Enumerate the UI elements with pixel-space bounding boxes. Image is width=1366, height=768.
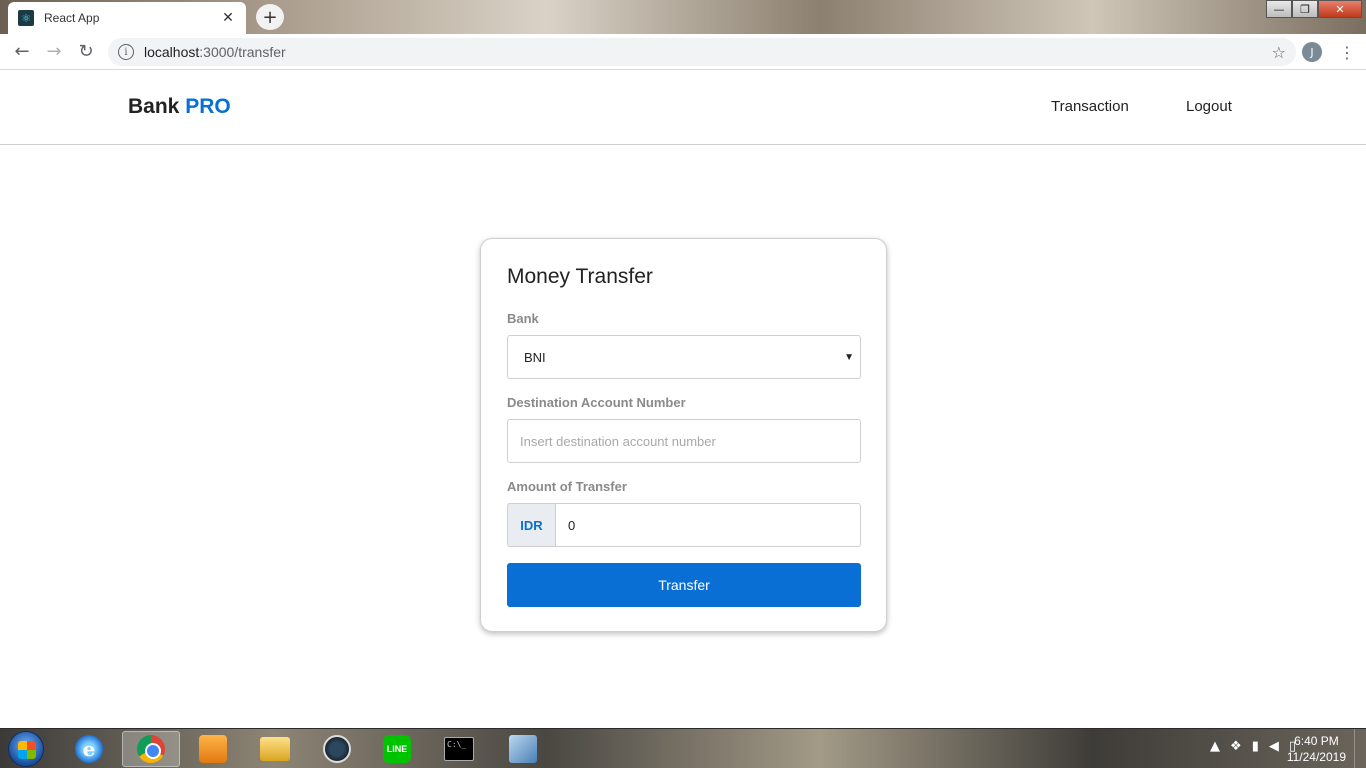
tab-close-icon[interactable]: ✕	[220, 10, 236, 26]
url-text: localhost:3000/transfer	[144, 44, 1272, 60]
maximize-button[interactable]: ❐	[1292, 0, 1318, 18]
currency-addon: IDR	[507, 503, 555, 547]
brand-main: Bank	[128, 95, 180, 118]
amount-input[interactable]	[555, 503, 861, 547]
clock-time: 6:40 PM	[1294, 734, 1339, 748]
close-window-button[interactable]: ✕	[1318, 0, 1362, 18]
bank-select[interactable]: BNI ▼	[507, 335, 861, 379]
amount-input-group: IDR	[507, 503, 861, 547]
start-button[interactable]	[8, 731, 44, 767]
taskbar-clock[interactable]: 6:40 PM 11/24/2019	[1287, 733, 1346, 765]
amount-label: Amount of Transfer	[507, 479, 627, 494]
brand-logo[interactable]: Bank PRO	[128, 95, 231, 119]
browser-tabstrip: ⚛ React App ✕ + — ❐ ✕	[0, 0, 1366, 34]
minimize-button[interactable]: —	[1266, 0, 1292, 18]
line-icon: LINE	[383, 735, 411, 763]
profile-avatar[interactable]: J	[1302, 42, 1322, 62]
windows-logo-icon	[18, 741, 36, 759]
reload-icon[interactable]: ↻	[70, 36, 102, 68]
destination-account-label: Destination Account Number	[507, 395, 686, 410]
browser-toolbar: ← → ↻ i localhost:3000/transfer ☆ J ⋮	[0, 34, 1366, 70]
caret-down-icon: ▼	[844, 351, 854, 363]
browser-tab[interactable]: ⚛ React App ✕	[8, 2, 246, 34]
transfer-button[interactable]: Transfer	[507, 563, 861, 607]
window-controls: — ❐ ✕	[1266, 0, 1362, 18]
back-arrow-icon[interactable]: ←	[6, 36, 38, 68]
taskbar-virtualbox[interactable]	[494, 731, 552, 767]
media-player-icon	[199, 735, 227, 763]
nav-logout-link[interactable]: Logout	[1186, 98, 1232, 115]
bank-label: Bank	[507, 311, 539, 326]
folder-icon	[260, 737, 290, 761]
show-desktop-button[interactable]	[1354, 729, 1366, 768]
command-prompt-icon: C:\_	[444, 737, 474, 761]
network-signal-icon[interactable]: ▮	[1252, 739, 1259, 754]
volume-icon[interactable]: ◀	[1269, 739, 1279, 754]
taskbar-steam[interactable]	[308, 731, 366, 767]
url-host: localhost	[144, 44, 200, 60]
bank-selected-value: BNI	[524, 349, 546, 365]
nav-transaction-link[interactable]: Transaction	[1051, 98, 1129, 115]
browser-menu-icon[interactable]: ⋮	[1339, 40, 1355, 64]
clock-date: 11/24/2019	[1286, 750, 1346, 764]
react-favicon-icon: ⚛	[18, 10, 34, 26]
site-info-icon[interactable]: i	[118, 44, 134, 60]
dropbox-icon[interactable]: ❖	[1230, 739, 1242, 754]
windows-taskbar: e LINE C:\_ ▲ ❖ ▮ ◀ ▯ 6:40 PM 11/24/2019	[0, 728, 1366, 768]
taskbar-file-explorer[interactable]	[246, 731, 304, 767]
app-navbar: Bank PRO Transaction Logout	[0, 71, 1366, 145]
forward-arrow-icon[interactable]: →	[38, 36, 70, 68]
url-path: :3000/transfer	[199, 44, 286, 60]
virtualbox-icon	[509, 735, 537, 763]
chrome-icon	[137, 735, 165, 763]
steam-icon	[323, 735, 351, 763]
taskbar-line[interactable]: LINE	[368, 731, 426, 767]
internet-explorer-icon: e	[75, 735, 103, 763]
system-tray: ▲ ❖ ▮ ◀ ▯	[1210, 739, 1296, 754]
taskbar-media-player[interactable]	[184, 731, 242, 767]
new-tab-button[interactable]: +	[256, 4, 284, 30]
tab-title: React App	[44, 11, 100, 25]
address-bar[interactable]: i localhost:3000/transfer ☆	[108, 38, 1296, 66]
taskbar-internet-explorer[interactable]: e	[60, 731, 118, 767]
brand-accent: PRO	[185, 95, 231, 118]
money-transfer-card: Money Transfer Bank BNI ▼ Destination Ac…	[480, 238, 887, 632]
taskbar-chrome[interactable]	[122, 731, 180, 767]
card-title: Money Transfer	[507, 265, 653, 288]
tray-expand-icon[interactable]: ▲	[1210, 739, 1220, 754]
taskbar-command-prompt[interactable]: C:\_	[430, 731, 488, 767]
bookmark-star-icon[interactable]: ☆	[1272, 43, 1286, 62]
destination-account-input[interactable]	[507, 419, 861, 463]
